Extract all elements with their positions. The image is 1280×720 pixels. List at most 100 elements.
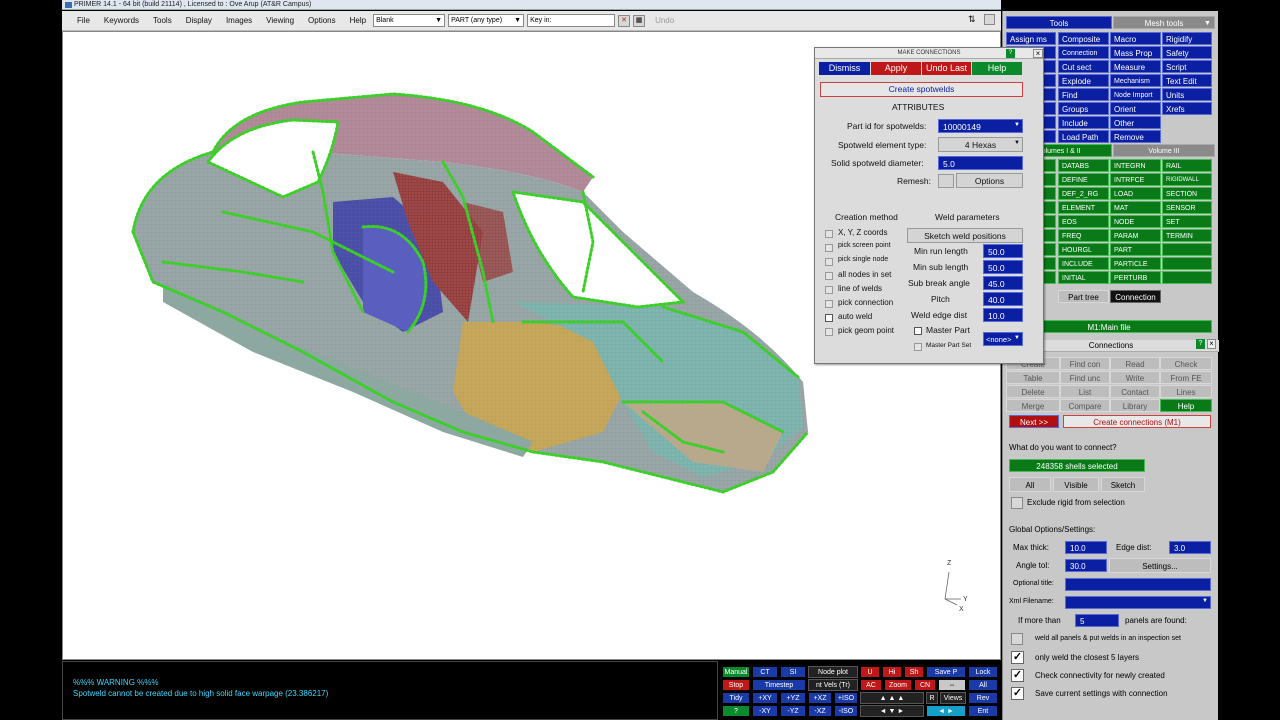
rev-button[interactable]: Rev <box>968 692 998 704</box>
connection-tab-button[interactable]: Connection <box>1110 290 1161 303</box>
tab-mesh-tools[interactable]: Mesh tools <box>1113 16 1215 29</box>
kw-databs[interactable]: DATABS <box>1058 159 1109 172</box>
grid-icon[interactable]: ▦ <box>633 14 646 27</box>
select-sketch-button[interactable]: Sketch <box>1101 477 1145 492</box>
close-icon[interactable]: × <box>1207 339 1216 349</box>
selection-status[interactable]: 248358 shells selected <box>1009 459 1145 472</box>
conn-lines-button[interactable]: Lines <box>1160 385 1212 398</box>
sh-button[interactable]: Sh <box>904 666 924 678</box>
conn-merge-button[interactable]: Merge <box>1006 399 1060 412</box>
tool-safety[interactable]: Safety <box>1162 46 1212 59</box>
undo-button[interactable]: Undo <box>648 16 681 25</box>
angle-tol-input[interactable]: 30.0 <box>1065 559 1107 572</box>
method-geom-point-radio[interactable] <box>825 328 833 336</box>
arrow-left-right-icon[interactable]: ◄ ► <box>926 705 966 717</box>
menu-keywords[interactable]: Keywords <box>97 16 146 25</box>
element-type-select[interactable]: 4 Hexas ▼ <box>938 137 1023 152</box>
hi-button[interactable]: Hi <box>882 666 902 678</box>
ac-button[interactable]: AC <box>860 679 882 691</box>
kw-mat[interactable]: MAT <box>1110 201 1161 214</box>
kw-section[interactable]: SECTION <box>1162 187 1212 200</box>
menu-viewing[interactable]: Viewing <box>259 16 301 25</box>
solid-diameter-input[interactable]: 5.0 <box>938 156 1023 170</box>
zoom-button[interactable]: Zoom <box>884 679 912 691</box>
kw-define[interactable]: DEFINE <box>1058 173 1109 186</box>
tab-tools[interactable]: Tools <box>1006 16 1112 29</box>
conn-help-button[interactable]: Help <box>1160 399 1212 412</box>
create-spotwelds-button[interactable]: Create spotwelds <box>820 82 1023 97</box>
save-p-button[interactable]: Save P <box>926 666 966 678</box>
tool-units[interactable]: Units <box>1162 88 1212 101</box>
remesh-toggle[interactable] <box>938 174 954 188</box>
clear-icon[interactable]: ✕ <box>618 14 631 27</box>
kw-eos[interactable]: EOS <box>1058 215 1109 228</box>
kw-set[interactable]: SET <box>1162 215 1212 228</box>
arrow-updown-icon[interactable]: ⇅ <box>968 14 976 25</box>
kw-def-2-rg[interactable]: DEF_2_RG <box>1058 187 1109 200</box>
conn-find-unc-button[interactable]: Find unc <box>1060 371 1110 384</box>
tool-groups[interactable]: Groups <box>1058 102 1109 115</box>
method-xyz-radio[interactable] <box>825 230 833 238</box>
tool-explode[interactable]: Explode <box>1058 74 1109 87</box>
tool-macro[interactable]: Macro <box>1110 32 1161 45</box>
tool-connection[interactable]: Connection <box>1058 46 1109 59</box>
tool-orient[interactable]: Orient <box>1110 102 1161 115</box>
conn-find-con-button[interactable]: Find con <box>1060 357 1110 370</box>
kw-include[interactable]: INCLUDE <box>1058 257 1109 270</box>
keyin-field[interactable]: Key in: <box>527 14 616 27</box>
method-pick-connection-radio[interactable] <box>825 300 833 308</box>
kw-particle[interactable]: PARTICLE <box>1110 257 1161 270</box>
kw-sensor[interactable]: SENSOR <box>1162 201 1212 214</box>
help-icon[interactable]: ? <box>1196 339 1205 349</box>
conn-contact-button[interactable]: Contact <box>1110 385 1160 398</box>
conn-write-button[interactable]: Write <box>1110 371 1160 384</box>
kw-load[interactable]: LOAD <box>1110 187 1161 200</box>
exclude-rigid-checkbox[interactable] <box>1011 497 1023 509</box>
kw-freq[interactable]: FREQ <box>1058 229 1109 242</box>
node-vels-button[interactable]: nt Vels (Tr) <box>808 679 858 691</box>
tool-measure[interactable]: Measure <box>1110 60 1161 73</box>
ct-button[interactable]: CT <box>752 666 778 678</box>
tool-composite[interactable]: Composite <box>1058 32 1109 45</box>
arrow-pair-icon[interactable]: ⇔ <box>938 679 966 691</box>
si-button[interactable]: SI <box>780 666 806 678</box>
conn-delete-button[interactable]: Delete <box>1006 385 1060 398</box>
tool-find[interactable]: Find <box>1058 88 1109 101</box>
tool-rigidify[interactable]: Rigidify <box>1162 32 1212 45</box>
part-id-input[interactable]: 10000149 ▼ <box>938 119 1023 133</box>
menu-tools[interactable]: Tools <box>146 16 179 25</box>
min-run-length-input[interactable]: 50.0 <box>983 244 1023 258</box>
kw-rigidwall[interactable]: RIGIDWALL <box>1162 173 1212 186</box>
select-all-button[interactable]: All <box>1009 477 1051 492</box>
tool-cut-sect[interactable]: Cut sect <box>1058 60 1109 73</box>
tool-script[interactable]: Script <box>1162 60 1212 73</box>
master-part-checkbox[interactable] <box>914 327 922 335</box>
maximize-icon[interactable] <box>984 14 995 25</box>
plus-xz-button[interactable]: +XZ <box>808 692 832 704</box>
menu-options[interactable]: Options <box>301 16 343 25</box>
ent-button[interactable]: Ent <box>968 705 998 717</box>
kw-part[interactable]: PART <box>1110 243 1161 256</box>
part-tree-button[interactable]: Part tree <box>1058 290 1109 303</box>
menu-display[interactable]: Display <box>179 16 219 25</box>
optional-title-input[interactable] <box>1065 578 1211 591</box>
plus-xy-button[interactable]: +XY <box>752 692 778 704</box>
min-sub-length-input[interactable]: 50.0 <box>983 260 1023 274</box>
tool-assign-ms[interactable]: Assign ms <box>1006 32 1056 45</box>
kw-integrn[interactable]: INTEGRN <box>1110 159 1161 172</box>
next-button[interactable]: Next >> <box>1009 415 1059 428</box>
undo-last-button[interactable]: Undo Last <box>922 62 971 75</box>
edge-dist-input[interactable]: 3.0 <box>1169 541 1211 554</box>
kw-intrfce[interactable]: INTRFCE <box>1110 173 1161 186</box>
entity-type-combo[interactable]: PART (any type) ▼ <box>448 14 525 27</box>
plus-yz-button[interactable]: +YZ <box>780 692 806 704</box>
node-plot-button[interactable]: Node plot <box>808 666 858 678</box>
menu-help[interactable]: Help <box>343 16 373 25</box>
lock-button[interactable]: Lock <box>968 666 998 678</box>
tool-mechanism[interactable]: Mechanism <box>1110 74 1161 87</box>
tool-xrefs[interactable]: Xrefs <box>1162 102 1212 115</box>
tool-node-import[interactable]: Node Import <box>1110 88 1161 101</box>
minus-xz-button[interactable]: -XZ <box>808 705 832 717</box>
conn-from-fe-button[interactable]: From FE <box>1160 371 1212 384</box>
tool-load-path[interactable]: Load Path <box>1058 130 1109 143</box>
